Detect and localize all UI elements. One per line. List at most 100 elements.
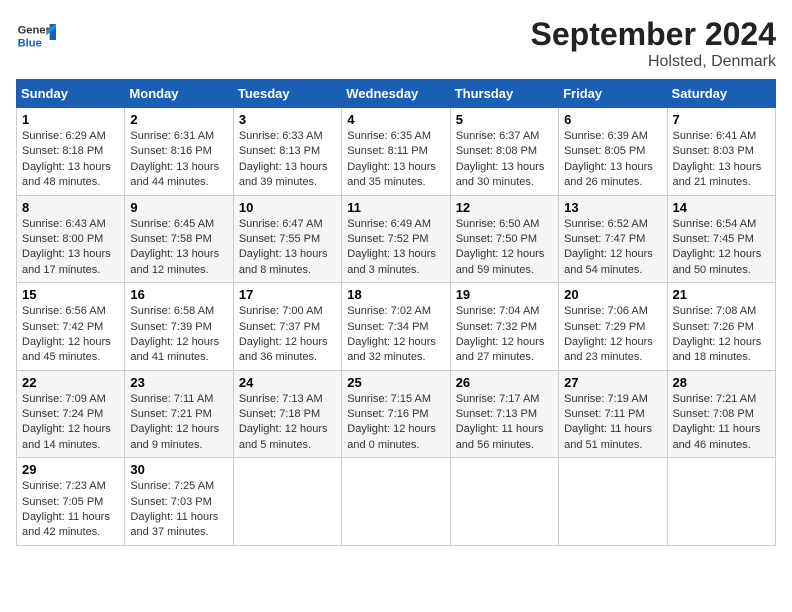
svg-text:Blue: Blue — [18, 37, 42, 49]
calendar-week-row: 1 Sunrise: 6:29 AM Sunset: 8:18 PM Dayli… — [17, 108, 776, 196]
day-number: 13 — [564, 200, 661, 215]
day-number: 17 — [239, 287, 336, 302]
daylight-label: Daylight: 12 hours and 41 minutes. — [130, 336, 219, 363]
day-info: Sunrise: 7:19 AM Sunset: 7:11 PM Dayligh… — [564, 392, 661, 454]
day-number: 3 — [239, 112, 336, 127]
calendar-cell: 13 Sunrise: 6:52 AM Sunset: 7:47 PM Dayl… — [559, 195, 667, 283]
day-number: 30 — [130, 462, 227, 477]
day-number: 27 — [564, 375, 661, 390]
calendar-cell: 19 Sunrise: 7:04 AM Sunset: 7:32 PM Dayl… — [450, 283, 558, 371]
col-sunday: Sunday — [17, 80, 125, 108]
calendar-cell: 16 Sunrise: 6:58 AM Sunset: 7:39 PM Dayl… — [125, 283, 233, 371]
calendar-cell: 7 Sunrise: 6:41 AM Sunset: 8:03 PM Dayli… — [667, 108, 775, 196]
day-info: Sunrise: 6:54 AM Sunset: 7:45 PM Dayligh… — [673, 217, 770, 279]
daylight-label: Daylight: 12 hours and 9 minutes. — [130, 423, 219, 450]
calendar-cell: 5 Sunrise: 6:37 AM Sunset: 8:08 PM Dayli… — [450, 108, 558, 196]
day-number: 29 — [22, 462, 119, 477]
sunset-label: Sunset: 8:00 PM — [22, 233, 103, 245]
day-number: 25 — [347, 375, 444, 390]
day-info: Sunrise: 7:13 AM Sunset: 7:18 PM Dayligh… — [239, 392, 336, 454]
calendar-cell: 6 Sunrise: 6:39 AM Sunset: 8:05 PM Dayli… — [559, 108, 667, 196]
calendar-cell: 30 Sunrise: 7:25 AM Sunset: 7:03 PM Dayl… — [125, 458, 233, 546]
daylight-label: Daylight: 12 hours and 0 minutes. — [347, 423, 436, 450]
daylight-label: Daylight: 13 hours and 26 minutes. — [564, 161, 653, 188]
calendar-cell — [342, 458, 450, 546]
day-number: 8 — [22, 200, 119, 215]
day-info: Sunrise: 6:35 AM Sunset: 8:11 PM Dayligh… — [347, 129, 444, 191]
sunset-label: Sunset: 7:13 PM — [456, 408, 537, 420]
calendar-cell: 10 Sunrise: 6:47 AM Sunset: 7:55 PM Dayl… — [233, 195, 341, 283]
day-number: 2 — [130, 112, 227, 127]
page-header: General Blue September 2024 Holsted, Den… — [16, 16, 776, 71]
location-title: Holsted, Denmark — [531, 53, 776, 71]
col-wednesday: Wednesday — [342, 80, 450, 108]
sunrise-label: Sunrise: 6:56 AM — [22, 305, 106, 317]
calendar-cell: 14 Sunrise: 6:54 AM Sunset: 7:45 PM Dayl… — [667, 195, 775, 283]
day-number: 28 — [673, 375, 770, 390]
day-info: Sunrise: 6:41 AM Sunset: 8:03 PM Dayligh… — [673, 129, 770, 191]
sunrise-label: Sunrise: 7:11 AM — [130, 393, 213, 405]
sunrise-label: Sunrise: 7:00 AM — [239, 305, 323, 317]
day-info: Sunrise: 6:29 AM Sunset: 8:18 PM Dayligh… — [22, 129, 119, 191]
calendar-cell: 28 Sunrise: 7:21 AM Sunset: 7:08 PM Dayl… — [667, 370, 775, 458]
daylight-label: Daylight: 11 hours and 51 minutes. — [564, 423, 652, 450]
day-info: Sunrise: 6:37 AM Sunset: 8:08 PM Dayligh… — [456, 129, 553, 191]
sunrise-label: Sunrise: 7:02 AM — [347, 305, 431, 317]
sunrise-label: Sunrise: 7:21 AM — [673, 393, 757, 405]
day-number: 4 — [347, 112, 444, 127]
sunrise-label: Sunrise: 6:49 AM — [347, 218, 431, 230]
calendar-cell: 9 Sunrise: 6:45 AM Sunset: 7:58 PM Dayli… — [125, 195, 233, 283]
calendar-cell — [450, 458, 558, 546]
day-number: 24 — [239, 375, 336, 390]
day-info: Sunrise: 6:47 AM Sunset: 7:55 PM Dayligh… — [239, 217, 336, 279]
daylight-label: Daylight: 13 hours and 48 minutes. — [22, 161, 111, 188]
calendar-cell: 11 Sunrise: 6:49 AM Sunset: 7:52 PM Dayl… — [342, 195, 450, 283]
day-info: Sunrise: 7:04 AM Sunset: 7:32 PM Dayligh… — [456, 304, 553, 366]
sunset-label: Sunset: 8:08 PM — [456, 145, 537, 157]
sunrise-label: Sunrise: 7:15 AM — [347, 393, 431, 405]
sunrise-label: Sunrise: 6:41 AM — [673, 130, 757, 142]
day-number: 10 — [239, 200, 336, 215]
calendar-cell — [559, 458, 667, 546]
sunrise-label: Sunrise: 6:54 AM — [673, 218, 757, 230]
sunrise-label: Sunrise: 7:25 AM — [130, 480, 214, 492]
calendar-cell: 8 Sunrise: 6:43 AM Sunset: 8:00 PM Dayli… — [17, 195, 125, 283]
daylight-label: Daylight: 11 hours and 37 minutes. — [130, 511, 218, 538]
sunrise-label: Sunrise: 7:09 AM — [22, 393, 106, 405]
calendar-cell: 4 Sunrise: 6:35 AM Sunset: 8:11 PM Dayli… — [342, 108, 450, 196]
calendar-table: Sunday Monday Tuesday Wednesday Thursday… — [16, 79, 776, 546]
daylight-label: Daylight: 13 hours and 30 minutes. — [456, 161, 545, 188]
day-number: 14 — [673, 200, 770, 215]
sunrise-label: Sunrise: 7:08 AM — [673, 305, 757, 317]
daylight-label: Daylight: 13 hours and 39 minutes. — [239, 161, 328, 188]
daylight-label: Daylight: 13 hours and 8 minutes. — [239, 248, 328, 275]
sunset-label: Sunset: 7:34 PM — [347, 321, 428, 333]
day-number: 20 — [564, 287, 661, 302]
day-info: Sunrise: 6:50 AM Sunset: 7:50 PM Dayligh… — [456, 217, 553, 279]
sunrise-label: Sunrise: 7:17 AM — [456, 393, 540, 405]
calendar-cell — [667, 458, 775, 546]
calendar-cell: 18 Sunrise: 7:02 AM Sunset: 7:34 PM Dayl… — [342, 283, 450, 371]
calendar-week-row: 15 Sunrise: 6:56 AM Sunset: 7:42 PM Dayl… — [17, 283, 776, 371]
day-number: 12 — [456, 200, 553, 215]
sunset-label: Sunset: 7:11 PM — [564, 408, 645, 420]
sunrise-label: Sunrise: 6:33 AM — [239, 130, 323, 142]
day-info: Sunrise: 6:45 AM Sunset: 7:58 PM Dayligh… — [130, 217, 227, 279]
day-number: 19 — [456, 287, 553, 302]
sunset-label: Sunset: 7:39 PM — [130, 321, 211, 333]
daylight-label: Daylight: 13 hours and 44 minutes. — [130, 161, 219, 188]
day-info: Sunrise: 7:06 AM Sunset: 7:29 PM Dayligh… — [564, 304, 661, 366]
sunset-label: Sunset: 7:08 PM — [673, 408, 754, 420]
day-info: Sunrise: 7:15 AM Sunset: 7:16 PM Dayligh… — [347, 392, 444, 454]
day-info: Sunrise: 7:25 AM Sunset: 7:03 PM Dayligh… — [130, 479, 227, 541]
sunset-label: Sunset: 7:37 PM — [239, 321, 320, 333]
sunrise-label: Sunrise: 6:31 AM — [130, 130, 214, 142]
day-info: Sunrise: 7:23 AM Sunset: 7:05 PM Dayligh… — [22, 479, 119, 541]
day-info: Sunrise: 6:33 AM Sunset: 8:13 PM Dayligh… — [239, 129, 336, 191]
daylight-label: Daylight: 11 hours and 56 minutes. — [456, 423, 544, 450]
daylight-label: Daylight: 13 hours and 17 minutes. — [22, 248, 111, 275]
col-monday: Monday — [125, 80, 233, 108]
sunset-label: Sunset: 8:18 PM — [22, 145, 103, 157]
sunset-label: Sunset: 7:42 PM — [22, 321, 103, 333]
sunrise-label: Sunrise: 7:06 AM — [564, 305, 648, 317]
